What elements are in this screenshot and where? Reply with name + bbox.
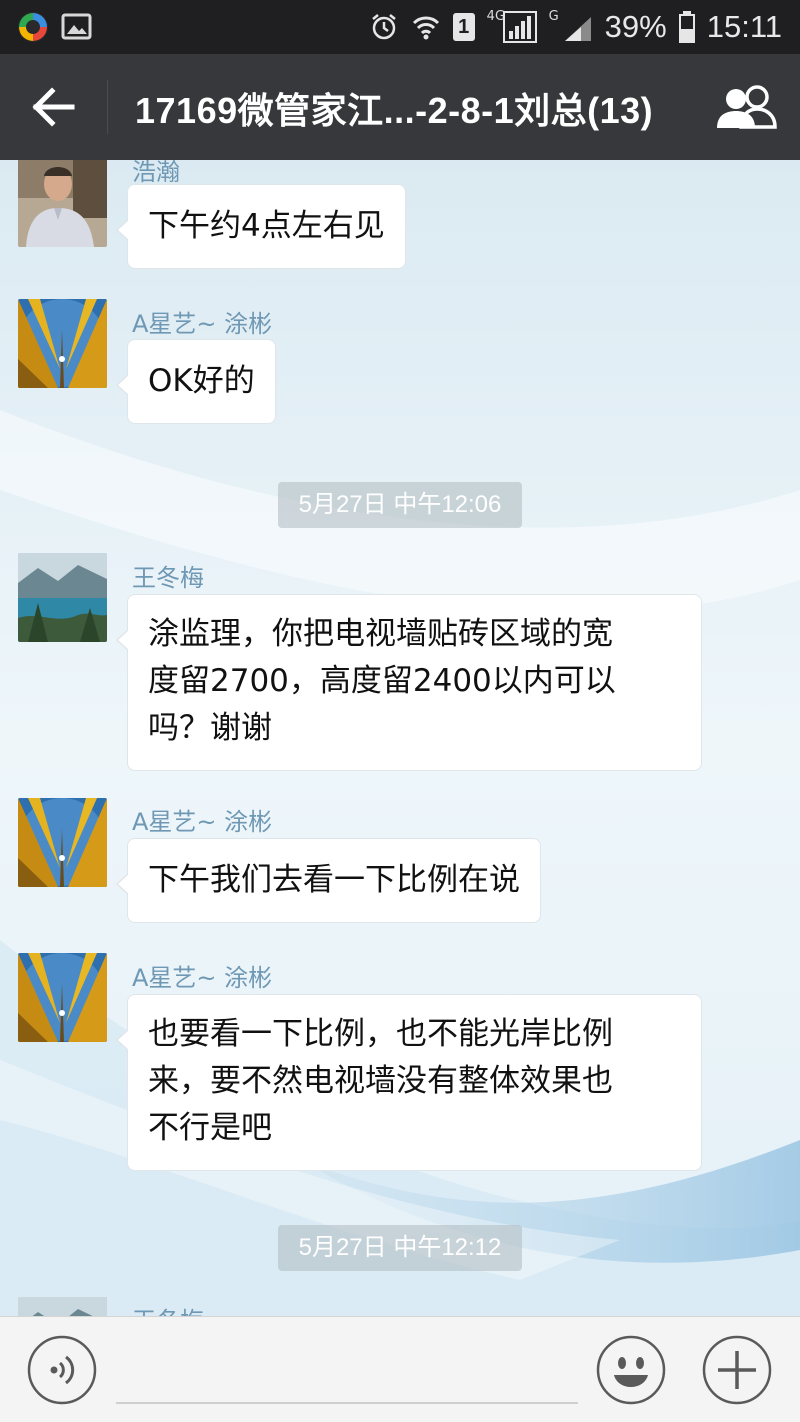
signal-icon: 4G xyxy=(487,9,537,43)
message-text: OK好的 xyxy=(148,363,255,399)
message-text: 来，要不然电视墙没有整体效果也 xyxy=(148,1063,613,1099)
sender-name: 王冬梅 xyxy=(132,564,204,592)
plus-icon[interactable] xyxy=(702,1335,772,1405)
avatar-wangdongmei[interactable] xyxy=(18,553,107,642)
network-type-2: G xyxy=(548,9,559,24)
signal-icon-2: G xyxy=(548,9,593,43)
status-bar: 1 4G G 39% 15:11 xyxy=(0,0,800,54)
alarm-icon xyxy=(371,14,396,40)
message-text: 也要看一下比例，也不能光岸比例 xyxy=(148,1016,613,1052)
wifi-icon xyxy=(412,16,439,40)
message-text: 吗？谢谢 xyxy=(148,710,272,746)
avatar-tubin[interactable] xyxy=(18,798,107,887)
emoji-icon[interactable] xyxy=(596,1335,666,1405)
message-text: 不行是吧 xyxy=(148,1110,272,1146)
message-bubble[interactable]: 下午约4点左右见 xyxy=(116,184,406,269)
message-bubble[interactable]: 也要看一下比例，也不能光岸比例 来，要不然电视墙没有整体效果也 不行是吧 xyxy=(116,994,702,1171)
message-input[interactable] xyxy=(116,1402,578,1404)
battery-percent: 39% xyxy=(604,9,667,44)
avatar-haohan[interactable] xyxy=(18,160,107,247)
timestamp-divider: 5月27日 中午12:06 xyxy=(278,482,522,528)
sender-name: A星艺~ 涂彬 xyxy=(132,310,273,338)
sim-slot-number: 1 xyxy=(458,16,470,38)
message-text: 涂监理，你把电视墙贴砖区域的宽 xyxy=(148,616,613,652)
chat-title: 17169微管家江...-2-8-1刘总(13) xyxy=(135,90,654,131)
image-notification-icon xyxy=(61,13,92,40)
message-text: 度留2700，高度留2400以内可以 xyxy=(148,663,616,699)
message-bubble[interactable]: OK好的 xyxy=(116,339,276,424)
input-bar xyxy=(0,1316,800,1422)
avatar-wangdongmei[interactable] xyxy=(18,1297,107,1316)
message-bubble[interactable]: 下午我们去看一下比例在说 xyxy=(116,838,541,923)
header-divider xyxy=(107,80,108,134)
sender-name: 王冬梅 xyxy=(132,1301,204,1316)
group-members-icon[interactable] xyxy=(714,82,778,132)
message-text: 下午约4点左右见 xyxy=(148,208,385,244)
back-arrow-icon[interactable] xyxy=(30,84,80,130)
clock: 15:11 xyxy=(706,9,782,44)
sender-name: A星艺~ 涂彬 xyxy=(132,964,273,992)
timestamp-divider: 5月27日 中午12:12 xyxy=(278,1225,522,1271)
sim-icon: 1 xyxy=(452,13,475,41)
voice-icon[interactable] xyxy=(27,1335,97,1405)
chat-header: 17169微管家江...-2-8-1刘总(13) xyxy=(0,54,800,160)
message-bubble[interactable]: 涂监理，你把电视墙贴砖区域的宽 度留2700，高度留2400以内可以 吗？谢谢 xyxy=(116,594,702,771)
sender-name: A星艺~ 涂彬 xyxy=(132,808,273,836)
status-indicators: 1 4G G 39% 15:11 xyxy=(369,0,782,54)
app-logo-icon xyxy=(18,12,48,42)
sender-name: 浩瀚 xyxy=(132,160,180,186)
message-list[interactable]: 浩瀚 下午约4点左右见 A星艺~ 涂彬 OK好的 5月27日 中午12:06 王… xyxy=(0,160,800,1316)
message-text: 下午我们去看一下比例在说 xyxy=(148,862,520,898)
battery-icon xyxy=(678,11,695,43)
avatar-tubin[interactable] xyxy=(18,299,107,388)
avatar-tubin[interactable] xyxy=(18,953,107,1042)
